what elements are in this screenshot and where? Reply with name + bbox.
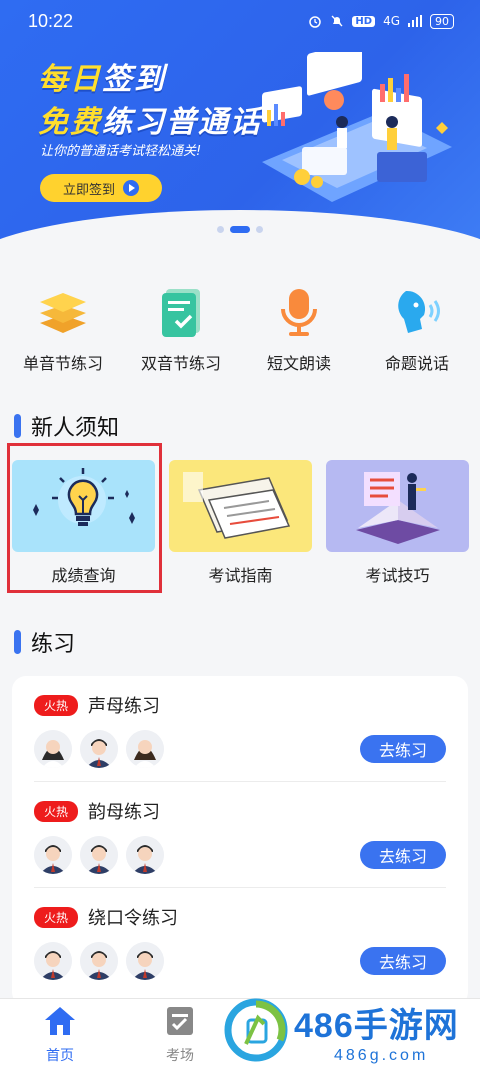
practice-section-title: 练习 — [14, 626, 75, 658]
quick-action-label: 单音节练习 — [22, 354, 103, 373]
avatar-male — [126, 836, 164, 874]
watermark-logo-icon — [224, 998, 288, 1066]
paper-stack-icon — [169, 460, 312, 552]
hero-header: 10:22 HD 4G 90 每日签到 免费练习普通话 让你的普通话考试轻松通关… — [0, 0, 480, 260]
avatar-male — [34, 942, 72, 980]
avatar-male — [34, 836, 72, 874]
carousel-dot[interactable] — [256, 226, 263, 233]
sign-in-button[interactable]: 立即签到 — [40, 174, 162, 202]
hot-badge: 火热 — [34, 800, 79, 822]
stack-layers-icon — [33, 282, 93, 342]
go-practice-button[interactable]: 去练习 — [360, 947, 446, 975]
quick-action-label: 命题说话 — [384, 354, 449, 373]
practice-item-name: 韵母练习 — [88, 802, 161, 823]
exam-checklist-icon — [164, 1005, 196, 1041]
watermark-main-text: 486手游网 — [294, 1007, 459, 1045]
card-label: 考试技巧 — [365, 566, 430, 585]
home-icon — [43, 1005, 77, 1041]
network-label: 4G — [383, 14, 400, 28]
section-marker — [14, 630, 21, 654]
status-bar: 10:22 HD 4G 90 — [0, 0, 480, 42]
card-score-query[interactable]: 成绩查询 — [7, 443, 162, 593]
lightbulb-icon — [12, 460, 155, 552]
nav-home-label: 首页 — [46, 1048, 74, 1064]
watermark-domain: 486g.com — [334, 1047, 429, 1064]
avatar-group — [34, 942, 164, 980]
practice-list: 火热 声母练习 去练习 火热 韵母练习 去练习 火热 绕口令练习 去练习 — [12, 676, 468, 1006]
practice-item-finals[interactable]: 火热 韵母练习 去练习 — [34, 782, 446, 888]
hd-badge: HD — [352, 15, 376, 27]
avatar-male — [80, 836, 118, 874]
quick-action-topic-speaking[interactable]: 命题说话 — [361, 282, 473, 374]
quick-action-passage-reading[interactable]: 短文朗读 — [243, 282, 355, 374]
alarm-icon — [308, 14, 322, 28]
section-marker — [14, 414, 21, 438]
hot-badge: 火热 — [34, 906, 79, 928]
go-practice-button[interactable]: 去练习 — [360, 735, 446, 763]
speaking-head-icon — [387, 282, 447, 342]
practice-item-name: 声母练习 — [88, 696, 161, 717]
go-practice-button[interactable]: 去练习 — [360, 841, 446, 869]
signal-icon — [408, 15, 422, 27]
avatar-group — [34, 730, 164, 768]
quick-actions: 单音节练习 双音节练习 短文朗读 命题说话 — [0, 282, 480, 374]
mute-bell-icon — [330, 14, 344, 28]
practice-item-initials[interactable]: 火热 声母练习 去练习 — [34, 676, 446, 782]
practice-item-tongue-twister[interactable]: 火热 绕口令练习 去练习 — [34, 888, 446, 994]
avatar-female — [34, 730, 72, 768]
avatar-female — [126, 730, 164, 768]
banner-title-line1: 每日签到 — [38, 62, 166, 97]
card-label: 成绩查询 — [51, 566, 116, 585]
site-watermark: 486手游网 486g.com — [224, 996, 480, 1067]
nav-exam-room[interactable]: 考场 — [140, 1005, 220, 1065]
sign-in-button-label: 立即签到 — [62, 182, 115, 198]
quick-action-double-syllable[interactable]: 双音节练习 — [125, 282, 237, 374]
sign-in-banner[interactable]: 每日签到 免费练习普通话 让你的普通话考试轻松通关! 立即签到 — [18, 42, 462, 222]
quick-action-label: 短文朗读 — [266, 354, 331, 373]
hot-badge: 火热 — [34, 694, 79, 716]
book-presenter-icon — [326, 460, 469, 552]
newcomer-cards: 成绩查询 考试指南 考试技巧 — [7, 443, 469, 593]
status-icons: HD 4G 90 — [308, 13, 454, 29]
microphone-icon — [269, 282, 329, 342]
battery-indicator: 90 — [430, 13, 454, 29]
avatar-male — [80, 730, 118, 768]
carousel-indicator — [0, 226, 480, 233]
avatar-group — [34, 836, 164, 874]
document-check-icon — [151, 282, 211, 342]
dashboard-illustration — [262, 52, 452, 202]
carousel-dot-active[interactable] — [230, 226, 250, 233]
practice-item-name: 绕口令练习 — [88, 908, 179, 929]
status-time: 10:22 — [28, 10, 74, 31]
banner-subtitle: 让你的普通话考试轻松通关! — [40, 144, 202, 159]
play-icon — [123, 180, 139, 196]
card-label: 考试指南 — [208, 566, 273, 585]
quick-action-single-syllable[interactable]: 单音节练习 — [7, 282, 119, 374]
newcomer-section-title: 新人须知 — [14, 410, 119, 442]
quick-action-label: 双音节练习 — [140, 354, 221, 373]
nav-exam-label: 考场 — [166, 1048, 194, 1064]
avatar-male — [126, 942, 164, 980]
card-exam-guide[interactable]: 考试指南 — [169, 460, 312, 586]
card-exam-tips[interactable]: 考试技巧 — [326, 460, 469, 586]
practice-title-text: 练习 — [31, 632, 76, 657]
carousel-dot[interactable] — [217, 226, 224, 233]
avatar-male — [80, 942, 118, 980]
nav-home[interactable]: 首页 — [20, 1005, 100, 1065]
newcomer-title-text: 新人须知 — [31, 416, 120, 441]
